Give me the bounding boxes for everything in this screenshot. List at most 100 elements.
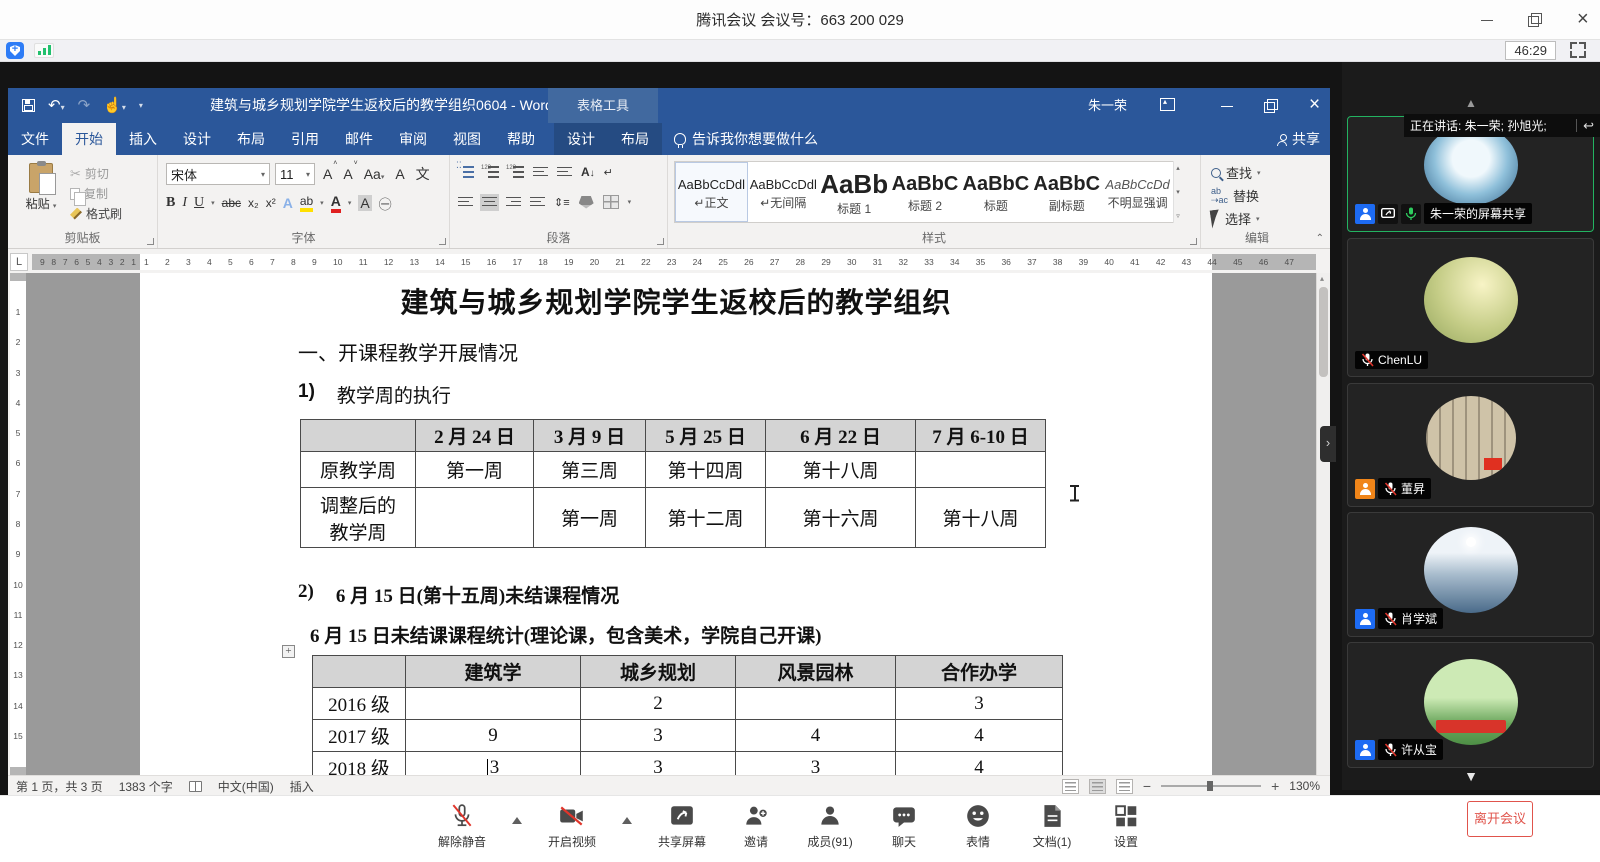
table-cell[interactable]: 2	[580, 687, 736, 720]
tab-home[interactable]: 开始	[62, 123, 116, 155]
chat-button[interactable]: 聊天	[880, 803, 928, 850]
insert-mode-status[interactable]: 插入	[290, 778, 314, 795]
bold-button[interactable]: B	[166, 195, 175, 211]
font-size-combo[interactable]: 11 ▾	[275, 163, 315, 185]
table-cell[interactable]: 调整后的 教学周	[300, 487, 416, 548]
enclose-characters-button[interactable]: ㊀	[379, 194, 392, 213]
table-cell[interactable]: 9	[405, 719, 581, 752]
borders-caret-icon[interactable]: ▾	[628, 198, 632, 206]
table-cell[interactable]: 第十八周	[915, 487, 1046, 548]
font-color-button[interactable]: A	[330, 193, 341, 213]
text-effects-button[interactable]: A	[283, 195, 293, 211]
table-cell[interactable]: 3 月 9 日	[533, 419, 646, 452]
shrink-font-button[interactable]: A ˅	[340, 160, 357, 183]
align-left-icon[interactable]	[458, 196, 473, 209]
web-layout-icon[interactable]	[1115, 778, 1133, 794]
tab-view[interactable]: 视图	[440, 123, 494, 155]
close-icon[interactable]	[1576, 8, 1590, 31]
find-button[interactable]: 查找 ▾	[1211, 163, 1261, 182]
proofing-icon[interactable]	[188, 780, 202, 792]
account-name[interactable]: 朱一荣	[1088, 88, 1127, 123]
style-subtitle[interactable]: AaBbC 副标题	[1031, 162, 1102, 222]
table-cell[interactable]	[405, 687, 581, 720]
vertical-ruler[interactable]: 1 2 3 4 5 6 7 8 9 10 11 12 13 14 15	[10, 273, 26, 775]
table-cell[interactable]: 合作办学	[895, 655, 1063, 688]
styles-gallery-scroll[interactable]: ▴ ▾ ▿	[1173, 161, 1182, 223]
minimize-icon[interactable]	[1480, 13, 1494, 27]
unmute-button[interactable]: 解除静音	[438, 803, 486, 850]
word-minimize-icon[interactable]	[1220, 99, 1234, 113]
clear-formatting-button[interactable]: A	[392, 165, 407, 183]
font-color-caret-icon[interactable]: ▾	[348, 199, 352, 207]
superscript-button[interactable]: x²	[266, 196, 276, 210]
highlight-caret-icon[interactable]: ▾	[320, 199, 324, 207]
redo-icon[interactable]: ↷	[78, 98, 91, 113]
start-video-button[interactable]: 开启视频	[548, 803, 596, 850]
format-painter-button[interactable]: 格式刷	[70, 205, 122, 222]
share-button[interactable]: 共享	[1277, 123, 1320, 155]
participant-tile[interactable]: 许从宝	[1347, 642, 1594, 768]
replace-button[interactable]: ab ⇢ac 替换	[1211, 186, 1259, 205]
grow-font-button[interactable]: A ˄	[320, 160, 337, 183]
table-cell[interactable]	[300, 419, 416, 452]
table-cell[interactable]: 第一周	[415, 451, 534, 488]
table-cell[interactable]	[415, 487, 534, 548]
multilevel-list-icon[interactable]	[506, 165, 524, 179]
table-cell[interactable]: 3	[895, 687, 1063, 720]
align-center-icon[interactable]	[480, 193, 499, 211]
word-count[interactable]: 1383 个字	[119, 778, 173, 795]
tell-me-box[interactable]: 告诉我你想要做什么	[662, 123, 830, 155]
video-options-caret-icon[interactable]	[622, 817, 633, 824]
clipboard-dialog-launcher-icon[interactable]	[147, 238, 154, 245]
table-move-handle-icon[interactable]: +	[282, 645, 295, 658]
table-cell[interactable]: 第十二周	[645, 487, 766, 548]
select-button[interactable]: 选择 ▾	[1209, 208, 1260, 229]
increase-indent-icon[interactable]	[557, 166, 572, 179]
zoom-out-icon[interactable]: −	[1143, 778, 1151, 794]
word-close-icon[interactable]	[1308, 94, 1322, 116]
table-cell[interactable]: 3	[405, 751, 581, 775]
security-shield-icon[interactable]	[6, 42, 24, 59]
table-cell[interactable]: 建筑学	[405, 655, 581, 688]
share-screen-button[interactable]: 共享屏幕	[658, 803, 706, 850]
font-dialog-launcher-icon[interactable]	[439, 238, 446, 245]
align-right-icon[interactable]	[506, 196, 521, 209]
horizontal-ruler[interactable]: 987654321 1 2 3 4 5 6 7 8 9 10 11 12 13 14 15 16 17 18 19 2…	[32, 254, 1316, 270]
paragraph-mark-icon[interactable]: ↵	[604, 166, 613, 179]
table-cell[interactable]: 3	[735, 751, 896, 775]
borders-icon[interactable]	[602, 195, 619, 209]
docs-button[interactable]: 文档(1)	[1028, 803, 1076, 850]
table-cell[interactable]	[735, 687, 896, 720]
participant-tile[interactable]: 肖学斌	[1347, 512, 1594, 637]
ribbon-display-options-icon[interactable]	[1160, 97, 1175, 111]
scroll-down-icon[interactable]: ▼	[1342, 768, 1600, 784]
tab-table-layout[interactable]: 布局	[608, 123, 662, 155]
styles-dialog-launcher-icon[interactable]	[1190, 238, 1197, 245]
table-cell[interactable]: 城乡规划	[580, 655, 736, 688]
invite-button[interactable]: 邀请	[732, 803, 780, 850]
shading-icon[interactable]	[578, 195, 594, 209]
phonetic-guide-button[interactable]: 文	[413, 163, 433, 185]
reply-arrow-icon[interactable]: ↩	[1583, 118, 1594, 134]
table-cell[interactable]: 6 月 22 日	[765, 419, 916, 452]
settings-button[interactable]: 设置	[1102, 803, 1150, 850]
bullets-icon[interactable]	[456, 162, 474, 179]
tab-references[interactable]: 引用	[278, 123, 332, 155]
zoom-slider-thumb[interactable]	[1207, 781, 1214, 791]
print-layout-icon[interactable]	[1088, 778, 1106, 794]
tab-review[interactable]: 审阅	[386, 123, 440, 155]
italic-button[interactable]: I	[182, 195, 187, 211]
qat-customize-icon[interactable]: ▾	[139, 101, 143, 110]
document-scrollbar[interactable]	[1316, 273, 1330, 775]
table-cell[interactable]: 2018 级	[312, 751, 406, 775]
collapse-ribbon-icon[interactable]: ⌃	[1316, 233, 1324, 244]
line-spacing-icon[interactable]: ⇕≡	[554, 196, 570, 209]
page-count[interactable]: 第 1 页，共 3 页	[16, 778, 103, 795]
tab-layout[interactable]: 布局	[224, 123, 278, 155]
tab-table-design[interactable]: 设计	[554, 123, 608, 155]
paragraph-dialog-launcher-icon[interactable]	[657, 238, 664, 245]
font-name-combo[interactable]: 宋体 ▾	[166, 163, 270, 185]
style-subtle-emphasis[interactable]: AaBbCcDd 不明显强调	[1102, 162, 1173, 222]
mic-options-caret-icon[interactable]	[512, 817, 523, 824]
touch-mode-icon[interactable]: ☝▾	[103, 98, 126, 113]
